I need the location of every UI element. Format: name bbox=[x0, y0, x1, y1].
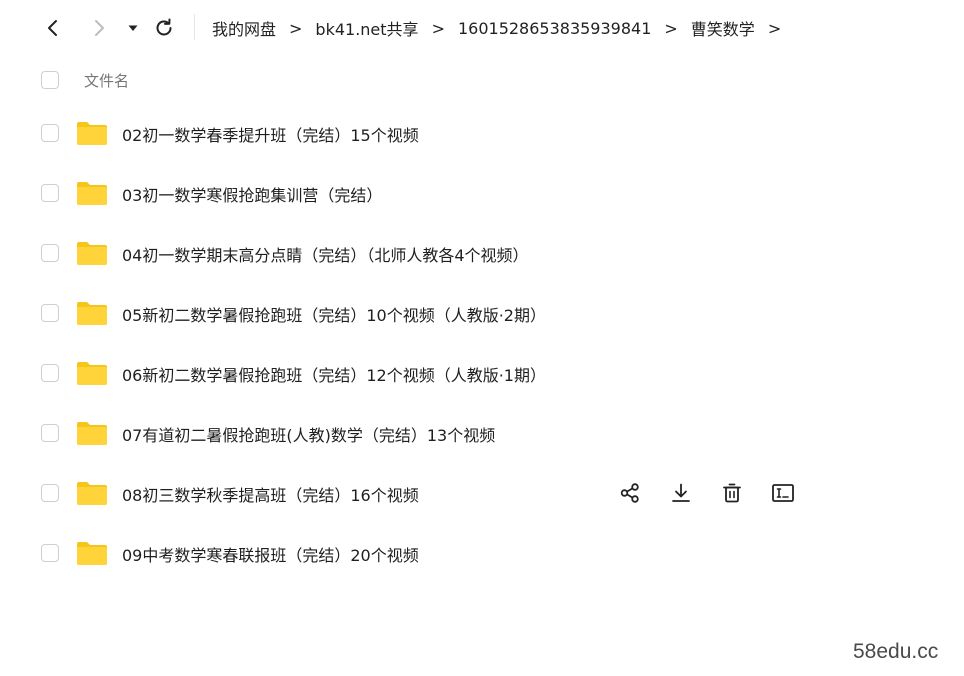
folder-name[interactable]: 03初一数学寒假抢跑集训营（完结） bbox=[122, 182, 382, 206]
breadcrumb-item-root[interactable]: 我的网盘 bbox=[212, 16, 276, 40]
row-checkbox[interactable] bbox=[41, 484, 59, 502]
folder-name[interactable]: 09中考数学寒春联报班（完结）20个视频 bbox=[122, 542, 419, 566]
file-browser: 我的网盘 > bk41.net共享 > 1601528653835939841 … bbox=[0, 0, 964, 676]
column-header-name[interactable]: 文件名 bbox=[84, 70, 129, 91]
folder-row-hovered[interactable]: 08初三数学秋季提高班（完结）16个视频 bbox=[0, 463, 964, 523]
download-button[interactable] bbox=[669, 481, 693, 505]
folder-row[interactable]: 02初一数学春季提升班（完结）15个视频 bbox=[0, 103, 964, 163]
folder-icon bbox=[77, 482, 107, 505]
refresh-button[interactable] bbox=[152, 16, 176, 40]
download-icon bbox=[672, 483, 690, 502]
row-checkbox[interactable] bbox=[41, 244, 59, 262]
refresh-icon bbox=[156, 18, 172, 36]
delete-icon bbox=[723, 483, 741, 503]
breadcrumb-item-id[interactable]: 1601528653835939841 bbox=[458, 19, 651, 38]
chevron-right-icon bbox=[95, 20, 104, 36]
folder-icon bbox=[77, 182, 107, 205]
folder-icon bbox=[77, 302, 107, 325]
list-header: 文件名 bbox=[0, 64, 964, 96]
folder-icon bbox=[77, 542, 107, 565]
select-all-checkbox[interactable] bbox=[41, 71, 59, 89]
row-checkbox[interactable] bbox=[41, 124, 59, 142]
folder-icon bbox=[77, 362, 107, 385]
toolbar-divider bbox=[194, 14, 195, 40]
folder-row[interactable]: 07有道初二暑假抢跑班(人教)数学（完结）13个视频 bbox=[0, 403, 964, 463]
delete-button[interactable] bbox=[720, 481, 744, 505]
folder-row[interactable]: 04初一数学期末高分点睛（完结）（北师人教各4个视频） bbox=[0, 223, 964, 283]
breadcrumb-separator: > bbox=[664, 18, 678, 38]
watermark: 58edu.cc bbox=[853, 640, 939, 663]
toolbar: 我的网盘 > bk41.net共享 > 1601528653835939841 … bbox=[0, 0, 964, 56]
share-button[interactable] bbox=[618, 481, 642, 505]
folder-name[interactable]: 06新初二数学暑假抢跑班（完结）12个视频（人教版·1期） bbox=[122, 362, 546, 386]
folder-row[interactable]: 09中考数学寒春联报班（完结）20个视频 bbox=[0, 523, 964, 583]
row-actions bbox=[618, 481, 822, 505]
row-checkbox[interactable] bbox=[41, 184, 59, 202]
folder-icon bbox=[77, 422, 107, 445]
breadcrumb-item-current[interactable]: 曹笑数学 bbox=[691, 16, 755, 40]
row-checkbox[interactable] bbox=[41, 424, 59, 442]
breadcrumb-separator: > bbox=[767, 18, 782, 38]
rename-icon bbox=[772, 484, 794, 502]
caret-down-icon bbox=[128, 25, 138, 31]
file-list: 02初一数学春季提升班（完结）15个视频 03初一数学寒假抢跑集训营（完结） 0… bbox=[0, 103, 964, 583]
history-dropdown-button[interactable] bbox=[123, 16, 143, 40]
forward-button[interactable] bbox=[87, 16, 111, 40]
folder-name[interactable]: 05新初二数学暑假抢跑班（完结）10个视频（人教版·2期） bbox=[122, 302, 546, 326]
folder-row[interactable]: 03初一数学寒假抢跑集训营（完结） bbox=[0, 163, 964, 223]
folder-icon bbox=[77, 122, 107, 145]
breadcrumb-separator: > bbox=[289, 18, 303, 38]
folder-icon bbox=[77, 242, 107, 265]
rename-button[interactable] bbox=[771, 481, 795, 505]
folder-name[interactable]: 07有道初二暑假抢跑班(人教)数学（完结）13个视频 bbox=[122, 422, 495, 446]
back-button[interactable] bbox=[41, 16, 65, 40]
folder-row[interactable]: 06新初二数学暑假抢跑班（完结）12个视频（人教版·1期） bbox=[0, 343, 964, 403]
row-checkbox[interactable] bbox=[41, 304, 59, 322]
share-icon bbox=[620, 483, 639, 503]
chevron-left-icon bbox=[48, 20, 57, 36]
folder-name[interactable]: 02初一数学春季提升班（完结）15个视频 bbox=[122, 122, 419, 146]
row-checkbox[interactable] bbox=[41, 544, 59, 562]
breadcrumb-item-share[interactable]: bk41.net共享 bbox=[315, 16, 418, 40]
folder-name[interactable]: 08初三数学秋季提高班（完结）16个视频 bbox=[122, 482, 419, 506]
folder-name[interactable]: 04初一数学期末高分点睛（完结）（北师人教各4个视频） bbox=[122, 242, 529, 266]
breadcrumb-separator: > bbox=[431, 18, 445, 38]
folder-row[interactable]: 05新初二数学暑假抢跑班（完结）10个视频（人教版·2期） bbox=[0, 283, 964, 343]
row-checkbox[interactable] bbox=[41, 364, 59, 382]
breadcrumb: 我的网盘 > bk41.net共享 > 1601528653835939841 … bbox=[212, 16, 794, 40]
